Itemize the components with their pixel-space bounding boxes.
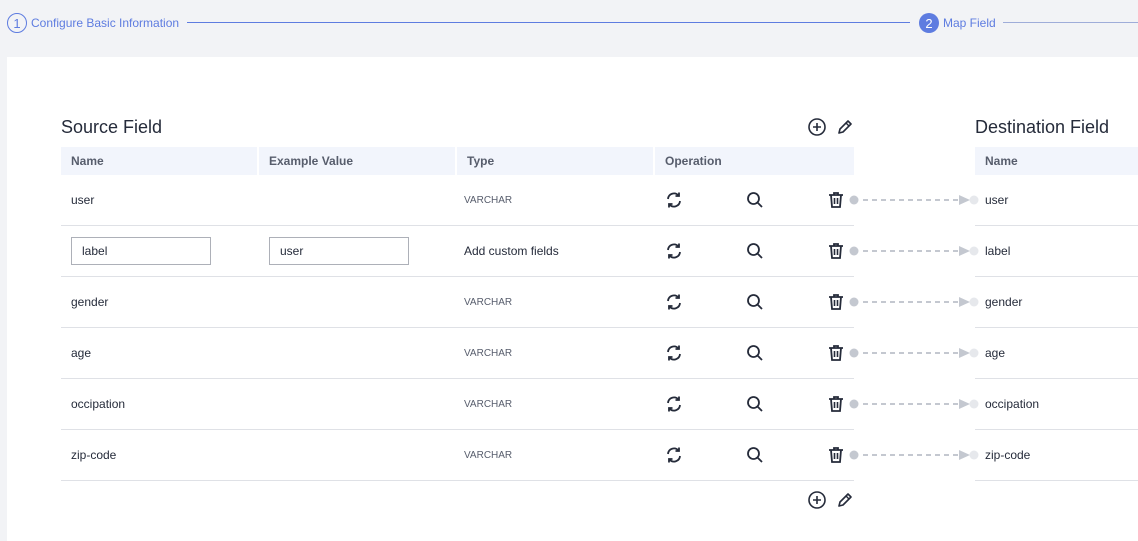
- search-icon[interactable]: [745, 190, 765, 210]
- search-icon[interactable]: [745, 343, 765, 363]
- trash-icon[interactable]: [826, 394, 846, 414]
- add-circle-icon[interactable]: [807, 117, 827, 137]
- source-name-cell: gender: [71, 295, 109, 309]
- search-icon[interactable]: [745, 445, 765, 465]
- sync-icon[interactable]: [664, 190, 684, 210]
- edit-pencil-icon[interactable]: [835, 490, 855, 510]
- table-row: gender VARCHAR: [61, 277, 854, 328]
- sync-icon[interactable]: [664, 343, 684, 363]
- type-cell: VARCHAR: [464, 449, 513, 461]
- table-header: Name Example Value Type Operation: [61, 147, 854, 175]
- source-field-table: Name Example Value Type Operation user V…: [61, 147, 854, 481]
- example-value-input[interactable]: user: [269, 237, 409, 265]
- destination-row[interactable]: label: [975, 226, 1138, 277]
- source-field-title: Source Field: [61, 117, 163, 137]
- destination-row[interactable]: age: [975, 328, 1138, 379]
- search-icon[interactable]: [745, 394, 765, 414]
- source-name-cell: occipation: [71, 397, 126, 411]
- sync-icon[interactable]: [664, 241, 684, 261]
- column-header-example-value: Example Value: [259, 147, 457, 175]
- type-cell: VARCHAR: [464, 296, 513, 308]
- step-configure-basic-information[interactable]: 1 Configure Basic Information: [7, 12, 179, 34]
- field-name-input[interactable]: label: [71, 237, 211, 265]
- edit-pencil-icon[interactable]: [835, 117, 855, 137]
- search-icon[interactable]: [745, 292, 765, 312]
- mapping-connector-line[interactable]: [849, 296, 979, 308]
- table-row: user VARCHAR: [61, 175, 854, 226]
- type-cell: VARCHAR: [464, 347, 513, 359]
- destination-field-table: Name user label gender age occipation zi…: [975, 147, 1138, 481]
- search-icon[interactable]: [745, 241, 765, 261]
- destination-field-title: Destination Field: [975, 117, 1110, 137]
- step-map-field[interactable]: 2 Map Field: [919, 12, 996, 34]
- step-label: Map Field: [943, 16, 996, 30]
- destination-row[interactable]: zip-code: [975, 430, 1138, 481]
- column-header-type: Type: [457, 147, 655, 175]
- step-number: 1: [7, 13, 27, 33]
- stepper: 1 Configure Basic Information 2 Map Fiel…: [0, 0, 1138, 46]
- source-name-cell: zip-code: [71, 448, 117, 462]
- sync-icon[interactable]: [664, 394, 684, 414]
- mapping-connector-line[interactable]: [849, 194, 979, 206]
- mapping-connector-line[interactable]: [849, 347, 979, 359]
- column-header-operation: Operation: [665, 154, 722, 168]
- example-value-cell: user: [259, 237, 457, 265]
- source-name-cell: age: [71, 346, 92, 360]
- table-header: Name: [975, 147, 1138, 175]
- trash-icon[interactable]: [826, 292, 846, 312]
- sync-icon[interactable]: [664, 445, 684, 465]
- table-row: age VARCHAR: [61, 328, 854, 379]
- table-row: zip-code VARCHAR: [61, 430, 854, 481]
- mapping-connector-line[interactable]: [849, 245, 979, 257]
- destination-row[interactable]: user: [975, 175, 1138, 226]
- source-name-cell: label: [61, 237, 259, 265]
- type-cell: VARCHAR: [464, 398, 513, 410]
- destination-row[interactable]: gender: [975, 277, 1138, 328]
- trash-icon[interactable]: [826, 241, 846, 261]
- add-circle-icon[interactable]: [807, 490, 827, 510]
- step-connector-line: [187, 22, 910, 23]
- table-row: label user Add custom fields: [61, 226, 854, 277]
- step-connector-line: [1003, 22, 1138, 23]
- type-cell: Add custom fields: [464, 244, 559, 258]
- type-cell: VARCHAR: [464, 194, 513, 206]
- table-row: occipation VARCHAR: [61, 379, 854, 430]
- sync-icon[interactable]: [664, 292, 684, 312]
- trash-icon[interactable]: [826, 445, 846, 465]
- column-header-name: Name: [985, 154, 1018, 168]
- step-number: 2: [919, 13, 939, 33]
- trash-icon[interactable]: [826, 343, 846, 363]
- trash-icon[interactable]: [826, 190, 846, 210]
- source-name-cell: user: [71, 193, 95, 207]
- destination-row[interactable]: occipation: [975, 379, 1138, 430]
- column-header-name: Name: [61, 147, 259, 175]
- step-label: Configure Basic Information: [31, 16, 180, 30]
- mapping-connector-line[interactable]: [849, 449, 979, 461]
- mapping-connector-line[interactable]: [849, 398, 979, 410]
